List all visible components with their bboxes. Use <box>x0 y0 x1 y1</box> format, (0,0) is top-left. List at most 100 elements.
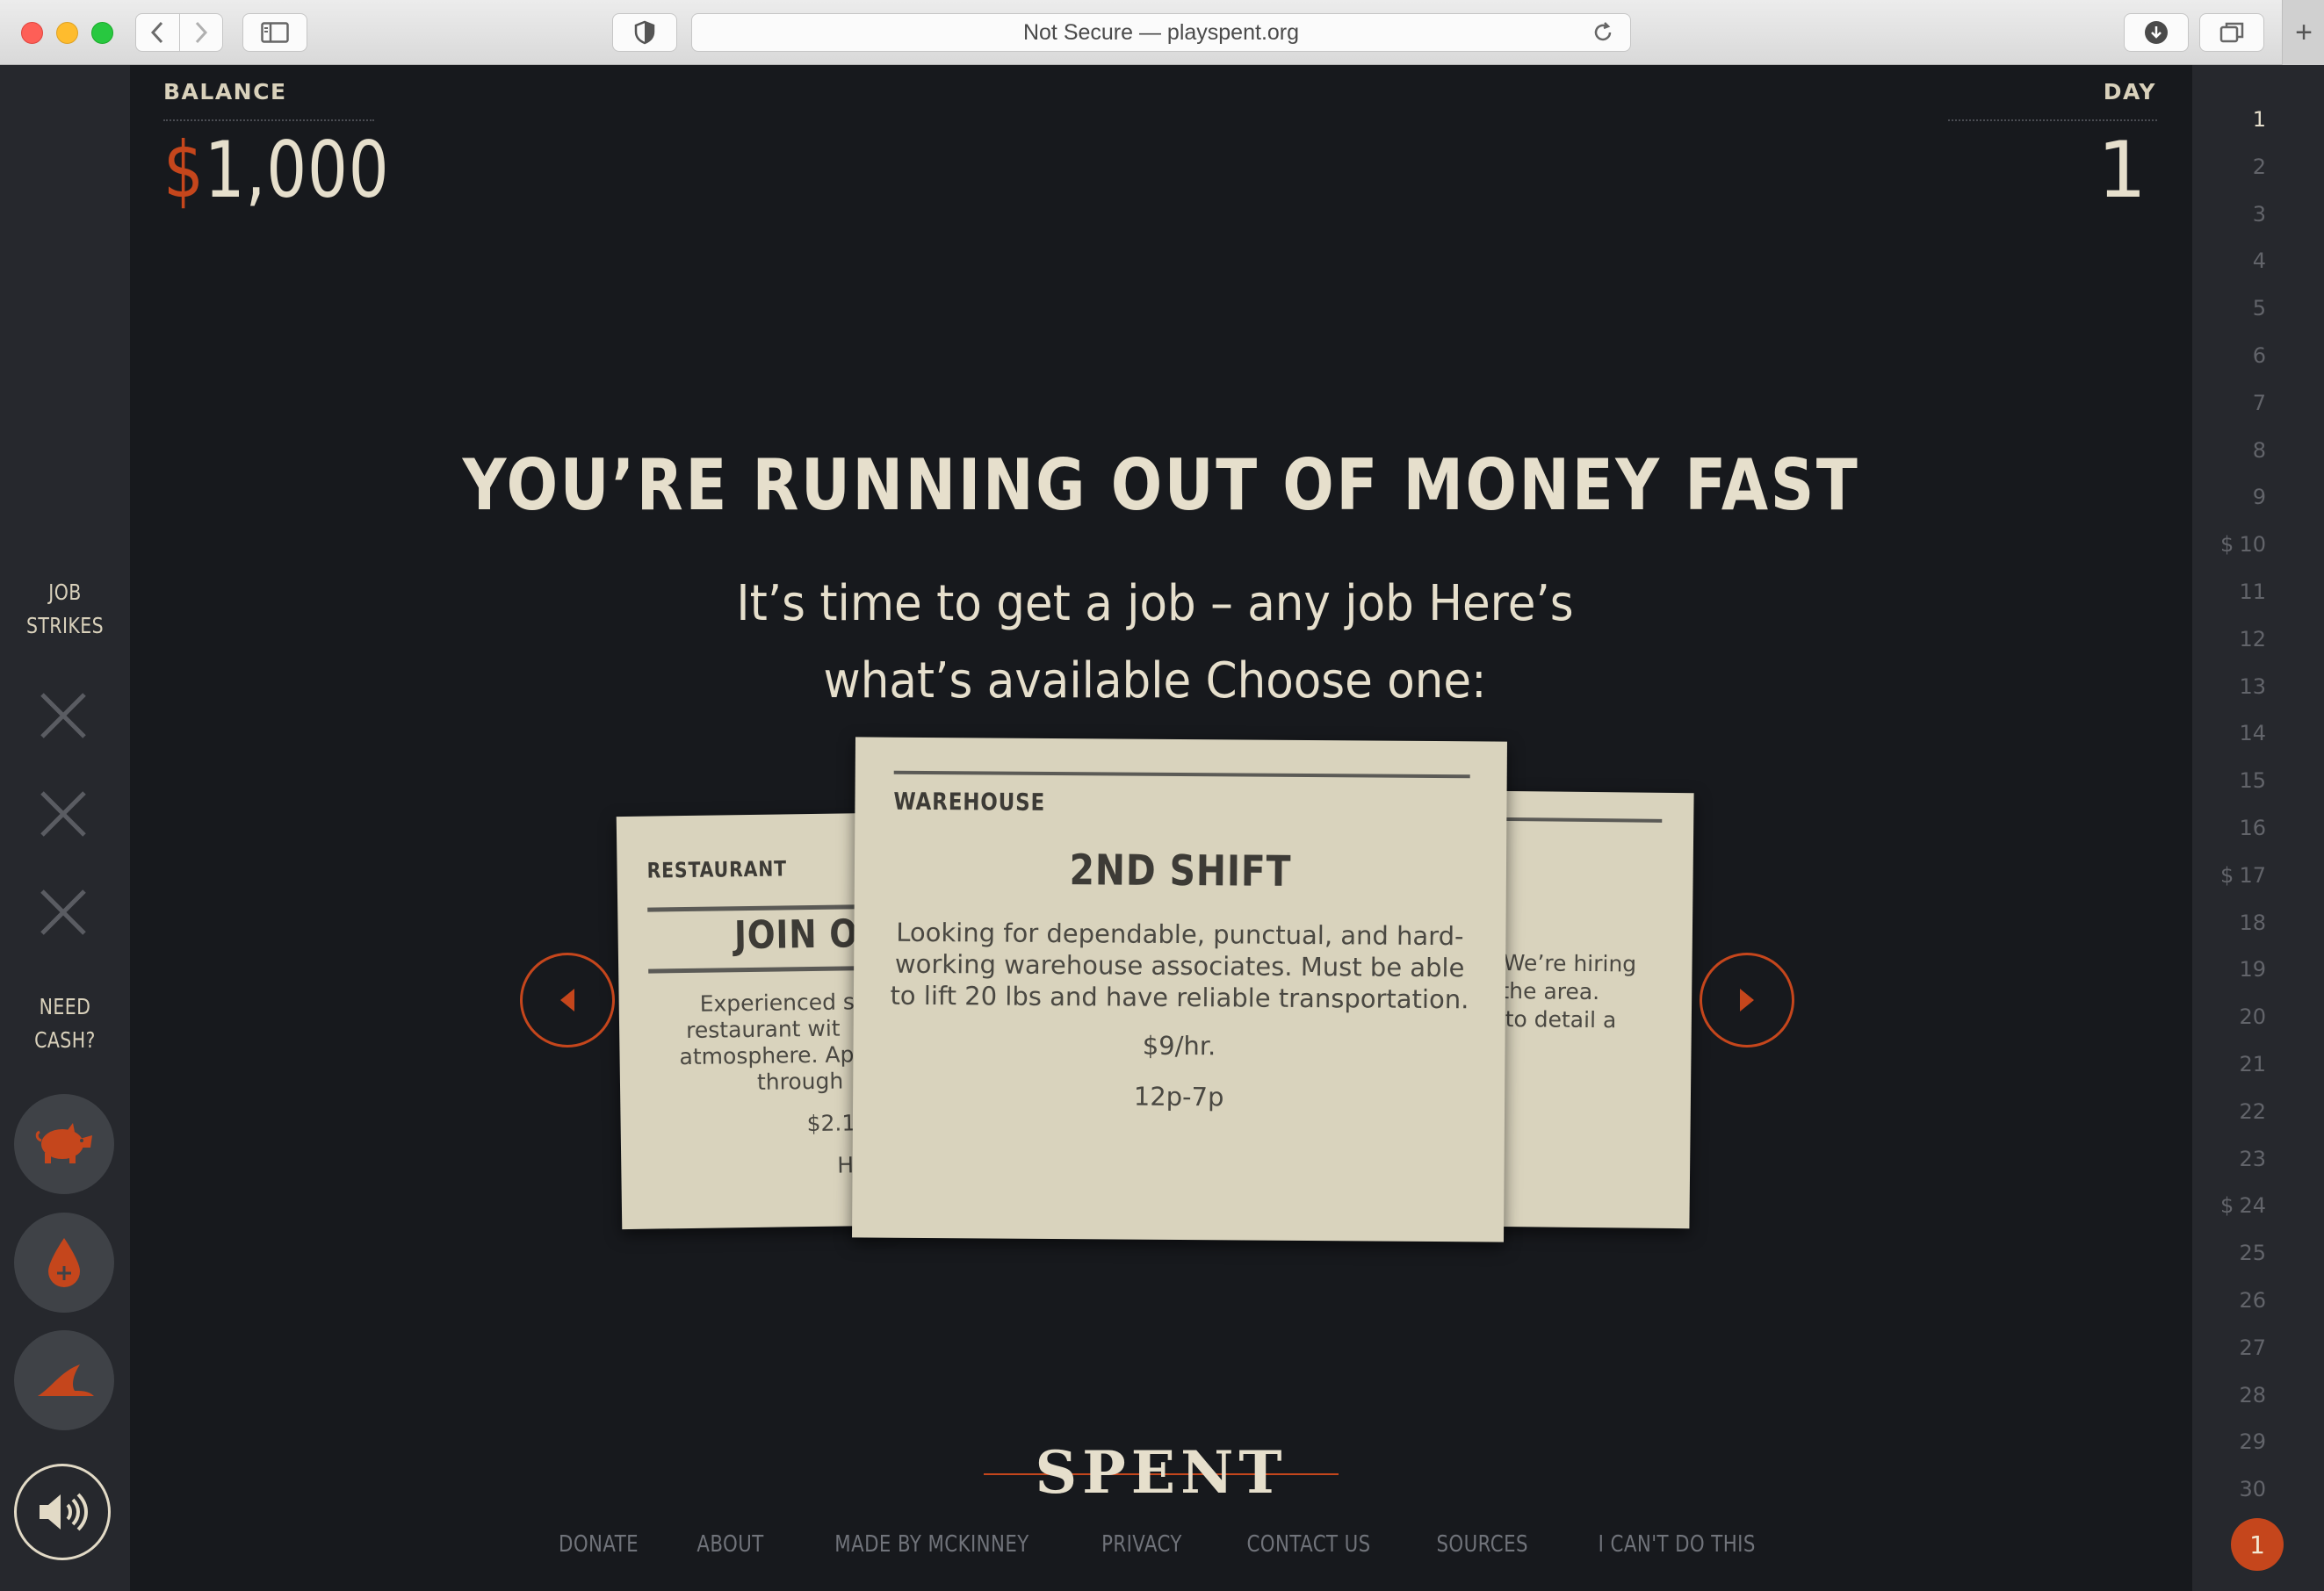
day-number: 1 <box>2097 125 2147 215</box>
job-hours: H <box>837 1152 855 1178</box>
day-item: 27 <box>2192 1330 2324 1365</box>
job-card-warehouse[interactable]: WAREHOUSE 2ND SHIFT Looking for dependab… <box>852 737 1507 1242</box>
need-cash-label-line2: CASH? <box>34 1027 96 1053</box>
job-title: JOIN O <box>733 911 859 959</box>
footer-link-privacy[interactable]: PRIVACY <box>1101 1531 1182 1558</box>
page-headline: YOU’RE RUNNING OUT OF MONEY FAST <box>462 444 1860 526</box>
tab-overview-button[interactable] <box>2199 13 2264 52</box>
job-description-line: n to detail a <box>1483 1005 1617 1033</box>
job-category: WAREHOUSE <box>893 788 1046 817</box>
tabs-icon <box>2219 22 2244 43</box>
day-number: 10 <box>2239 532 2266 558</box>
job-pay: $9/hr. <box>1142 1030 1216 1062</box>
balance-divider <box>163 119 374 121</box>
day-item: 12 <box>2192 622 2324 657</box>
spent-logo[interactable]: SPENT <box>984 1442 1339 1503</box>
day-number: 15 <box>2239 768 2266 794</box>
day-item: 14 <box>2192 716 2324 751</box>
day-item: 26 <box>2192 1283 2324 1318</box>
payday-marker: $ <box>2220 1193 2234 1219</box>
forward-button[interactable] <box>178 14 223 51</box>
loan-shark-button[interactable] <box>14 1330 114 1430</box>
previous-job-button[interactable] <box>520 953 615 1047</box>
privacy-report-button[interactable] <box>612 13 677 52</box>
piggy-bank-button[interactable] <box>14 1094 114 1194</box>
day-number: 1 <box>2252 107 2266 132</box>
sound-toggle-button[interactable] <box>14 1464 111 1560</box>
day-number: 16 <box>2239 816 2266 840</box>
footer-link-donate[interactable]: DONATE <box>559 1531 639 1558</box>
reload-icon[interactable] <box>1591 21 1614 44</box>
day-item: 3 <box>2192 197 2324 232</box>
day-number: 26 <box>2239 1288 2266 1313</box>
day-calendar-rail: 1 2 3 4 5 6 7 8 9 $10 11 12 13 14 15 16 $17 18 19 20 21 22 23 $… <box>2192 65 2324 1591</box>
balance-number: 1,000 <box>204 125 390 215</box>
chevron-right-icon <box>195 21 207 44</box>
address-bar[interactable]: Not Secure — playspent.org <box>691 13 1631 52</box>
chevron-left-icon <box>151 21 163 44</box>
downloads-button[interactable] <box>2124 13 2189 52</box>
day-number: 7 <box>2252 390 2266 415</box>
job-title: 2ND SHIFT <box>1069 846 1292 896</box>
day-item: 1 <box>2192 102 2324 137</box>
triangle-left-icon <box>560 989 574 1011</box>
day-item: 23 <box>2192 1141 2324 1177</box>
job-pay: $2.1 <box>806 1110 856 1137</box>
footer-link-contact-us[interactable]: CONTACT US <box>1247 1531 1371 1558</box>
piggy-bank-icon <box>35 1123 92 1163</box>
zoom-window-button[interactable] <box>91 22 113 44</box>
day-item: 19 <box>2192 952 2324 987</box>
day-number: 25 <box>2239 1241 2266 1266</box>
strike-x-icon <box>40 693 86 738</box>
day-number: 11 <box>2239 580 2266 604</box>
job-card-third[interactable]: P ? We’re hiring r the area. n to detail… <box>1482 790 1694 1229</box>
minimize-window-button[interactable] <box>56 22 78 44</box>
triangle-right-icon <box>1740 989 1754 1011</box>
day-number: 20 <box>2239 1004 2266 1030</box>
day-item: 5 <box>2192 291 2324 326</box>
day-item: 11 <box>2192 574 2324 609</box>
day-item: 25 <box>2192 1235 2324 1271</box>
sidebar-toggle-button[interactable] <box>242 13 307 52</box>
next-job-button[interactable] <box>1700 953 1794 1047</box>
day-number: 24 <box>2239 1193 2266 1219</box>
day-item: $17 <box>2192 858 2324 893</box>
payday-marker: $ <box>2220 532 2234 558</box>
day-number: 29 <box>2239 1429 2266 1455</box>
job-description: ? We’re hiring r the area. n to detail a <box>1484 949 1692 1035</box>
shield-icon <box>634 20 655 45</box>
day-item: 16 <box>2192 810 2324 846</box>
day-number: 28 <box>2239 1382 2266 1407</box>
day-item: 15 <box>2192 763 2324 798</box>
day-number: 18 <box>2239 910 2266 935</box>
job-description-line: r the area. <box>1484 977 1600 1005</box>
back-button[interactable] <box>136 14 179 51</box>
footer-link-about[interactable]: ABOUT <box>696 1531 763 1558</box>
balance-amount: $1,000 <box>163 125 389 215</box>
day-divider <box>1948 119 2157 121</box>
new-tab-button[interactable]: + <box>2282 0 2324 65</box>
day-number: 2 <box>2252 154 2266 179</box>
day-number: 8 <box>2252 437 2266 463</box>
day-item: 20 <box>2192 999 2324 1034</box>
page-subline: It’s time to get a job – any job Here’s … <box>736 575 1574 709</box>
job-description-line: ? We’re hiring <box>1484 949 1637 977</box>
job-category: RESTAURANT <box>646 856 788 883</box>
card-rule <box>1486 817 1663 823</box>
footer-nav: DONATE ABOUT MADE BY MCKINNEY PRIVACY CO… <box>130 1531 2192 1558</box>
day-item: 6 <box>2192 338 2324 373</box>
day-item: 9 <box>2192 479 2324 515</box>
day-item: 22 <box>2192 1094 2324 1129</box>
job-card-restaurant[interactable]: RESTAURANT JOIN O Experienced se restaur… <box>616 812 886 1230</box>
footer-link-sources[interactable]: SOURCES <box>1437 1531 1528 1558</box>
donate-plasma-button[interactable] <box>14 1213 114 1313</box>
payday-marker: $ <box>2220 862 2234 888</box>
day-number: 22 <box>2239 1098 2266 1124</box>
day-label: DAY <box>2103 79 2156 104</box>
sidebar-icon <box>261 22 289 43</box>
footer-link-made-by-mckinney[interactable]: MADE BY MCKINNEY <box>834 1531 1028 1558</box>
card-rule <box>647 903 885 912</box>
close-window-button[interactable] <box>21 22 43 44</box>
footer-link-i-cant-do-this[interactable]: I CAN'T DO THIS <box>1598 1531 1755 1558</box>
day-item: 28 <box>2192 1378 2324 1413</box>
